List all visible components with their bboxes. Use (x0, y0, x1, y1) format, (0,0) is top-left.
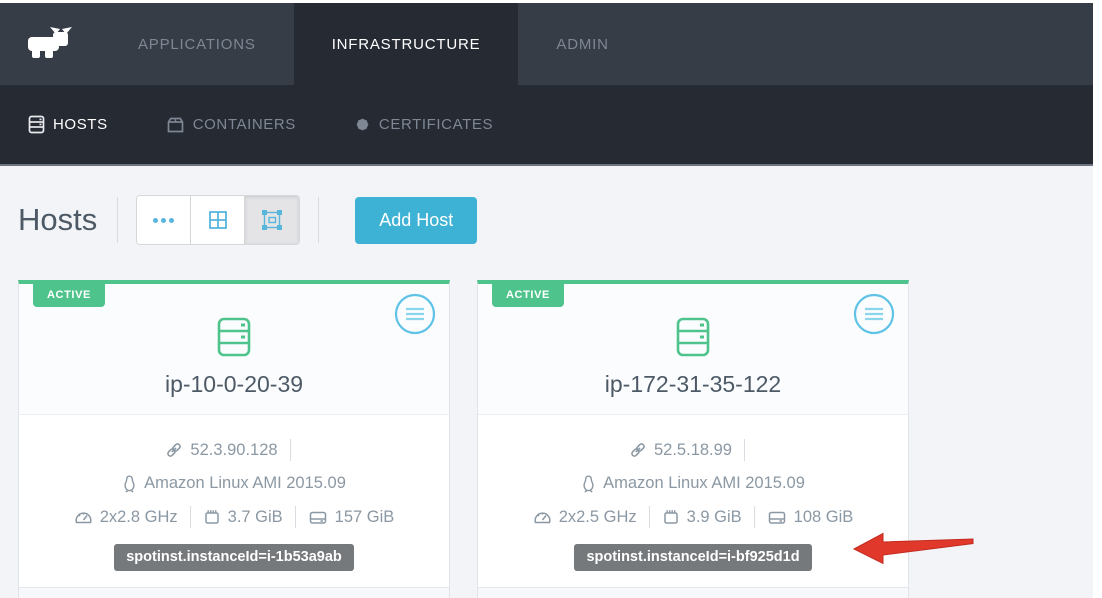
divider (649, 506, 650, 528)
hamburger-circle-icon (852, 292, 896, 336)
host-specs-row: 2x2.8 GHz (19, 506, 449, 528)
divider (295, 506, 296, 528)
grid-icon (207, 209, 229, 231)
page-title: Hosts (18, 202, 97, 238)
grid-view-button[interactable] (191, 196, 245, 244)
host-public-ip: 52.3.90.128 (190, 441, 277, 460)
tab-admin[interactable]: ADMIN (518, 3, 646, 85)
memory-chip-icon (662, 508, 680, 526)
host-disk: 157 GiB (335, 508, 395, 527)
host-public-ip: 52.5.18.99 (654, 441, 732, 460)
host-os-row: Amazon Linux AMI 2015.09 (19, 474, 449, 493)
add-host-button[interactable]: Add Host (355, 197, 477, 244)
tab-applications[interactable]: APPLICATIONS (100, 3, 294, 85)
top-navigation-bar: APPLICATIONS INFRASTRUCTURE ADMIN (0, 3, 1093, 85)
host-name[interactable]: ip-172-31-35-122 (478, 371, 908, 398)
machine-view-button[interactable] (245, 196, 299, 244)
subnav-item-containers[interactable]: CONTAINERS (166, 116, 296, 134)
host-server-icon (673, 316, 713, 358)
list-view-button[interactable] (137, 196, 191, 244)
certificate-seal-icon (354, 116, 371, 133)
status-badge: ACTIVE (33, 284, 105, 307)
disk-drive-icon (767, 509, 787, 526)
divider (190, 506, 191, 528)
host-memory: 3.7 GiB (228, 508, 283, 527)
host-ip-row: 52.5.18.99 (478, 439, 908, 461)
rancher-logo[interactable] (0, 3, 100, 85)
rancher-cow-icon (26, 24, 76, 64)
host-disk: 108 GiB (794, 508, 854, 527)
memory-chip-icon (203, 508, 221, 526)
hosts-header-row: Hosts (18, 195, 1075, 245)
host-os: Amazon Linux AMI 2015.09 (603, 474, 805, 493)
subnav-item-certificates[interactable]: CERTIFICATES (354, 116, 493, 133)
host-card-ip-10-0-20-39[interactable]: ACTIVE (18, 280, 450, 598)
subnav-containers-label: CONTAINERS (193, 116, 296, 133)
host-memory: 3.9 GiB (687, 508, 742, 527)
disk-drive-icon (308, 509, 328, 526)
divider (754, 506, 755, 528)
subnav-hosts-label: HOSTS (53, 116, 108, 133)
divider (744, 439, 745, 461)
container-box-icon (166, 116, 185, 134)
host-os-row: Amazon Linux AMI 2015.09 (478, 474, 908, 493)
divider (117, 197, 118, 243)
subnav-certificates-label: CERTIFICATES (379, 116, 493, 133)
red-annotation-arrow (838, 525, 984, 574)
host-name[interactable]: ip-10-0-20-39 (19, 371, 449, 398)
machine-view-icon (260, 208, 284, 232)
linux-penguin-icon (581, 475, 596, 493)
tab-infrastructure[interactable]: INFRASTRUCTURE (294, 3, 519, 85)
cpu-gauge-icon (74, 509, 93, 526)
host-card-footer (478, 587, 908, 598)
spotinst-instance-label: spotinst.instanceId=i-bf925d1d (574, 544, 811, 571)
hosts-server-icon (28, 115, 45, 134)
host-card-footer (19, 587, 449, 598)
host-card-details: 52.3.90.128 Amazon Linux AMI 2015.09 (19, 415, 449, 571)
spotinst-instance-label: spotinst.instanceId=i-1b53a9ab (114, 544, 354, 571)
host-cpu: 2x2.5 GHz (559, 508, 637, 527)
divider (318, 197, 319, 243)
host-menu-button[interactable] (393, 292, 437, 336)
list-dots-icon (153, 218, 174, 223)
host-server-icon (214, 316, 254, 358)
link-icon (629, 441, 647, 459)
host-os: Amazon Linux AMI 2015.09 (144, 474, 346, 493)
infrastructure-sub-navigation: HOSTS CONTAINERS (0, 85, 1093, 166)
host-cpu: 2x2.8 GHz (100, 508, 178, 527)
view-toggle-group (136, 195, 300, 245)
cpu-gauge-icon (533, 509, 552, 526)
hamburger-circle-icon (393, 292, 437, 336)
rancher-app-window: APPLICATIONS INFRASTRUCTURE ADMIN HOSTS (0, 3, 1093, 598)
divider (290, 439, 291, 461)
link-icon (165, 441, 183, 459)
host-ip-row: 52.3.90.128 (19, 439, 449, 461)
host-menu-button[interactable] (852, 292, 896, 336)
subnav-item-hosts[interactable]: HOSTS (28, 115, 108, 134)
status-badge: ACTIVE (492, 284, 564, 307)
linux-penguin-icon (122, 475, 137, 493)
